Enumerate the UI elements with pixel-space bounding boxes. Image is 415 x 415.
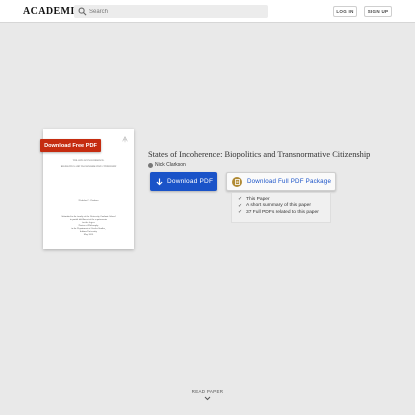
author-name[interactable]: Nick Clarkson [155,162,186,168]
doc-text-line: THE ARTS OF INCOHERENCE: [72,160,105,162]
package-label: Download Full PDF Package [247,178,332,185]
author[interactable]: Nick Clarkson [148,161,186,169]
download-pdf-button[interactable]: Download PDF [150,172,217,191]
search-input[interactable] [89,5,264,18]
download-pdf-label: Download PDF [167,178,214,185]
paper-title: States of Incoherence: Biopolitics and T… [148,150,371,159]
package-contents-list: ✓ This Paper ✓ A short summary of this p… [231,193,331,223]
list-item-label: A short summary of this paper [246,203,311,209]
sign-up-button[interactable]: SIGN UP [364,6,392,17]
check-icon: ✓ [238,209,243,216]
doc-text-line: May 2016 [83,234,94,236]
top-navigation-bar: ACADEMIA LOG IN SIGN UP [0,0,415,23]
download-arrow-icon [156,178,163,185]
read-paper-link[interactable]: READ PAPER [0,389,415,394]
list-item-label: This Paper [246,196,270,202]
avatar [148,162,153,168]
package-icon [232,176,242,187]
chevron-down-icon[interactable] [204,396,211,401]
list-item-label: 37 Full PDFs related to this paper [246,209,319,215]
download-free-pdf-button[interactable]: Download Free PDF [40,139,101,152]
doc-text-line: BIOPOLITICS AND TRANSNORMATIVE CITIZENSH… [60,166,117,168]
check-icon: ✓ [238,202,243,209]
list-item: ✓ 37 Full PDFs related to this paper [238,209,330,216]
search-icon [78,7,87,16]
search-box[interactable] [74,5,268,18]
download-full-pdf-package-button[interactable]: Download Full PDF Package [226,172,336,191]
doc-text-line: Nicholas C. Clarkson [78,200,99,202]
check-icon: ✓ [238,196,243,203]
pdf-icon [122,135,128,143]
log-in-button[interactable]: LOG IN [333,6,357,17]
